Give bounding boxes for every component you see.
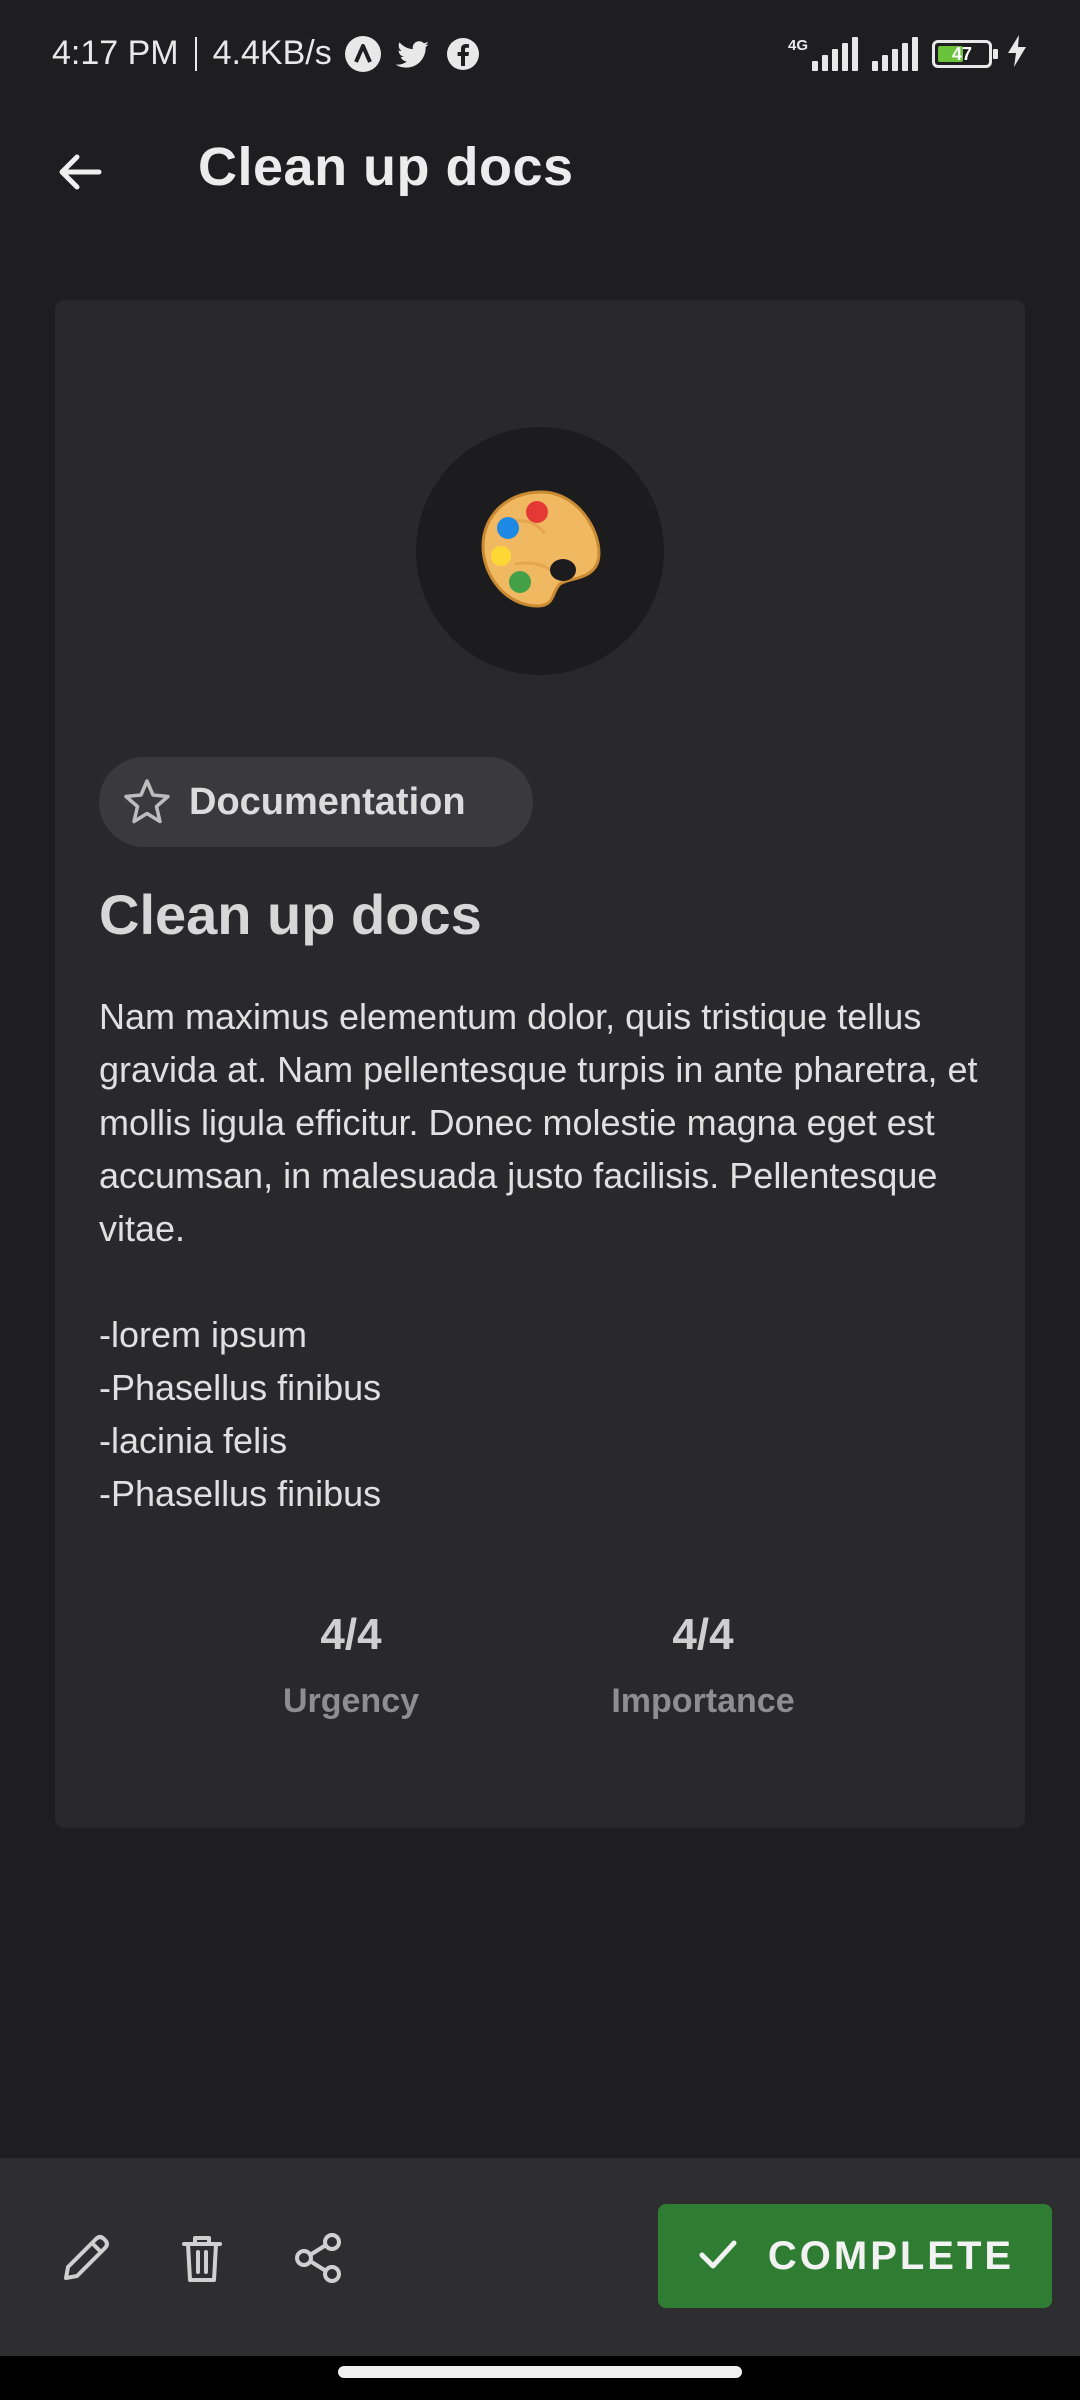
edit-icon[interactable]	[54, 2226, 118, 2290]
home-indicator[interactable]	[338, 2366, 742, 2378]
emoji-avatar[interactable]	[416, 427, 664, 675]
checkmark-icon	[696, 2232, 740, 2281]
status-separator	[194, 36, 197, 71]
importance-stat: 4/4 Importance	[573, 1610, 833, 1721]
battery-level: 47	[951, 43, 973, 64]
charging-icon	[1006, 34, 1028, 73]
app-bar: Clean up docs	[0, 112, 1080, 230]
urgency-label: Urgency	[282, 1682, 420, 1720]
complete-button[interactable]: COMPLETE	[658, 2204, 1052, 2308]
urgency-stat: 4/4 Urgency	[221, 1610, 481, 1721]
importance-label: Importance	[611, 1682, 795, 1720]
arrow-left-icon[interactable]	[48, 140, 112, 204]
importance-value: 4/4	[672, 1610, 734, 1659]
task-title: Clean up docs	[99, 883, 482, 946]
page-title: Clean up docs	[198, 137, 574, 197]
category-chip[interactable]: Documentation	[99, 757, 533, 847]
battery-icon: 47	[932, 39, 998, 68]
delete-icon[interactable]	[170, 2226, 234, 2290]
signal-icon-2	[872, 36, 918, 71]
app-a-icon	[344, 35, 382, 73]
twitter-icon	[394, 35, 432, 73]
star-outline-icon	[121, 776, 173, 828]
urgency-value: 4/4	[320, 1610, 382, 1659]
palette-icon	[475, 484, 605, 619]
signal-icon: 4G	[787, 36, 858, 71]
system-nav-bar	[0, 2356, 1080, 2400]
bottom-action-bar: COMPLETE	[0, 2158, 1080, 2356]
category-label: Documentation	[189, 780, 466, 823]
share-icon[interactable]	[286, 2226, 350, 2290]
facebook-icon	[444, 35, 482, 73]
task-description: Nam maximus elementum dolor, quis tristi…	[99, 996, 978, 1514]
status-speed: 4.4KB/s	[212, 34, 332, 72]
status-time: 4:17 PM	[52, 34, 179, 72]
complete-label: COMPLETE	[767, 2233, 1015, 2278]
network-type: 4G	[787, 36, 808, 54]
status-bar: 4:17 PM 4.4KB/s 4G 47	[0, 0, 1080, 112]
task-card: Documentation Clean up docs Nam maximus …	[55, 300, 1025, 1828]
